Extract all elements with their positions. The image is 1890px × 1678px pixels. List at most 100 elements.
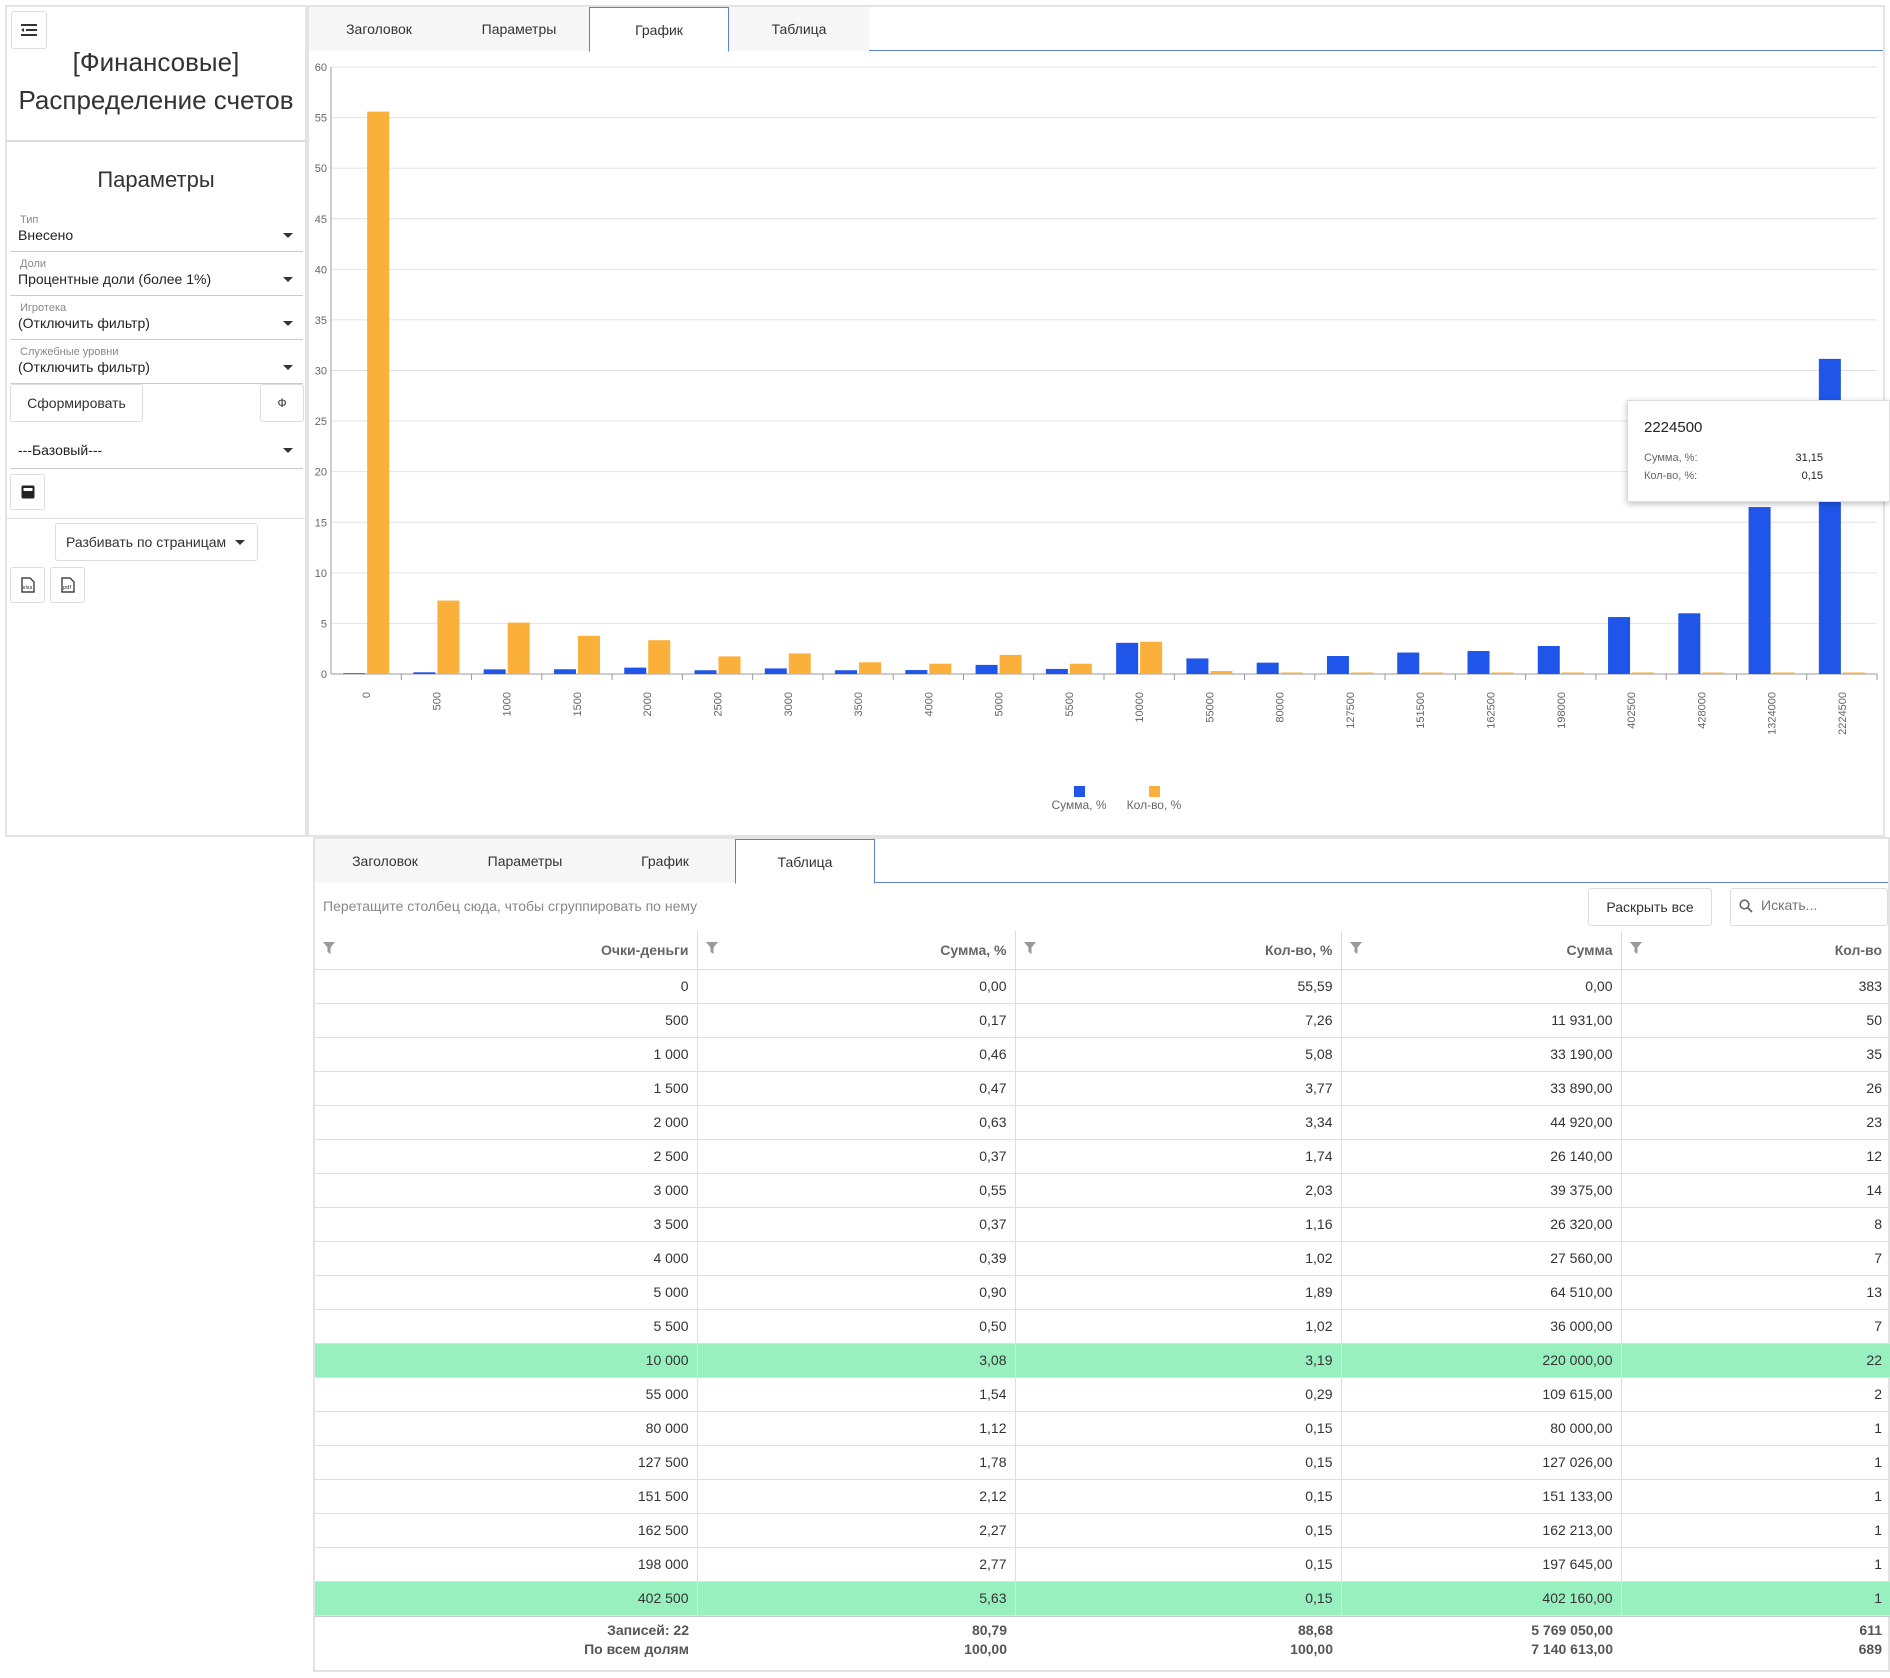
bar-sum-pct [1748,507,1771,674]
type-label: Тип [18,214,41,226]
shares-select[interactable]: Доли Процентные доли (более 1%) [10,258,303,296]
bar-count-pct [1210,671,1233,674]
bar-count-pct [788,653,811,674]
filter-icon[interactable] [1629,942,1642,954]
table-row[interactable]: 1 500 0,47 3,77 33 890,00 26 [315,1071,1890,1106]
table-row[interactable]: 4 000 0,39 1,02 27 560,00 7 [315,1241,1890,1276]
tooltip-count-label: Кол-во, %: [1644,470,1698,482]
bar-sum-pct [1326,655,1349,674]
save-preset-button[interactable] [10,474,45,510]
tab-header[interactable]: Заголовок [309,7,449,51]
generate-button[interactable]: Сформировать [10,384,143,422]
shares-label: Доли [18,258,49,270]
table-cell: 0,37 [697,1139,1016,1174]
column-header-label: Сумма, % [940,941,1007,958]
table-row[interactable]: 55 000 1,54 0,29 109 615,00 2 [315,1377,1890,1412]
bar-sum-pct [1608,617,1631,674]
table-row[interactable]: 5 500 0,50 1,02 36 000,00 7 [315,1309,1890,1344]
paging-select[interactable]: Разбивать по страницам [55,523,258,561]
filter-icon[interactable] [1349,942,1362,954]
y-tick-label: 0 [321,669,327,681]
preset-select[interactable]: ---Базовый--- [10,429,303,469]
bar-count-pct [999,654,1022,674]
bar-count-pct [1140,641,1163,674]
caret-down-icon [235,540,245,545]
table-row[interactable]: 10 000 3,08 3,19 220 000,00 22 [315,1343,1890,1378]
table-cell: 0,00 [697,969,1016,1004]
paging-value: Разбивать по страницам [66,534,227,550]
shares-value: Процентные доли (более 1%) [18,271,212,287]
tab-header[interactable]: Заголовок [315,839,455,883]
table-row[interactable]: 402 500 5,63 0,15 402 160,00 1 [315,1581,1890,1616]
tab-parameters[interactable]: Параметры [449,7,589,51]
phi-button[interactable]: Ф [260,384,304,422]
pdf-file-icon: pdf [60,577,75,593]
table-cell: 11 931,00 [1341,1003,1622,1038]
export-pdf-button[interactable]: pdf [50,567,85,603]
table-cell: 4 000 [315,1241,698,1276]
search-input[interactable] [1761,897,1881,913]
table-cell: 8 [1621,1207,1890,1242]
table-row[interactable]: 500 0,17 7,26 11 931,00 50 [315,1003,1890,1038]
table-cell: 64 510,00 [1341,1275,1622,1310]
table-cell: 0 [315,969,698,1004]
table-row[interactable]: 2 500 0,37 1,74 26 140,00 12 [315,1139,1890,1174]
table-cell: 36 000,00 [1341,1309,1622,1344]
header-row: Очки-деньги Сумма, % Кол-во, % Сумма Кол… [315,931,1890,970]
gameroom-value: (Отключить фильтр) [18,315,150,331]
table-row[interactable]: 1 000 0,46 5,08 33 190,00 35 [315,1037,1890,1072]
bar-count-pct [1421,672,1444,674]
table-row[interactable]: 3 000 0,55 2,03 39 375,00 14 [315,1173,1890,1208]
filter-icon[interactable] [1023,942,1036,954]
filter-icon[interactable] [705,942,718,954]
column-header-sum-pct[interactable]: Сумма, % [697,931,1016,970]
tab-chart[interactable]: График [595,839,735,883]
table-row[interactable]: 5 000 0,90 1,89 64 510,00 13 [315,1275,1890,1310]
footer-sum-pct: 80,79 100,00 [697,1621,1007,1659]
table-row[interactable]: 0 0,00 55,59 0,00 383 [315,969,1890,1004]
table-cell: 0,37 [697,1207,1016,1242]
table-row[interactable]: 162 500 2,27 0,15 162 213,00 1 [315,1513,1890,1548]
parameters-sidebar: [Финансовые] Распределение счетов Параме… [5,5,307,837]
bar-count-pct [1350,672,1373,674]
bar-sum-pct [1116,642,1139,674]
table-cell: 14 [1621,1173,1890,1208]
bar-count-pct [648,640,671,674]
caret-down-icon [283,321,293,326]
table-row[interactable]: 3 500 0,37 1,16 26 320,00 8 [315,1207,1890,1242]
table-row[interactable]: 198 000 2,77 0,15 197 645,00 1 [315,1547,1890,1582]
filter-icon[interactable] [323,942,335,954]
tooltip-sum-label: Сумма, %: [1644,452,1698,464]
type-select[interactable]: Тип Внесено [10,214,303,252]
gameroom-select[interactable]: Игротека (Отключить фильтр) [10,302,303,340]
footer-count-all: 689 [1858,1641,1882,1657]
column-header-count[interactable]: Кол-во [1621,931,1890,970]
column-header-label: Сумма [1566,941,1613,958]
column-header-count-pct[interactable]: Кол-во, % [1015,931,1342,970]
export-xlsx-button[interactable]: xlsx [10,567,45,603]
tab-parameters[interactable]: Параметры [455,839,595,883]
tab-chart[interactable]: График [589,7,729,52]
group-panel-hint: Перетащите столбец сюда, чтобы сгруппиро… [323,898,698,914]
x-tick-label: 55000 [1204,692,1216,723]
expand-all-button[interactable]: Раскрыть все [1588,888,1712,926]
table-row[interactable]: 2 000 0,63 3,34 44 920,00 23 [315,1105,1890,1140]
table-row[interactable]: 127 500 1,78 0,15 127 026,00 1 [315,1445,1890,1480]
tab-table[interactable]: Таблица [735,839,875,884]
table-row[interactable]: 80 000 1,12 0,15 80 000,00 1 [315,1411,1890,1446]
table-row[interactable]: 151 500 2,12 0,15 151 133,00 1 [315,1479,1890,1514]
tab-table[interactable]: Таблица [729,7,869,51]
column-header-sum[interactable]: Сумма [1341,931,1622,970]
table-cell: 0,15 [1015,1547,1342,1582]
table-cell: 2,77 [697,1547,1016,1582]
table-cell: 5 000 [315,1275,698,1310]
x-tick-label: 2000 [642,692,654,716]
service-levels-select[interactable]: Служебные уровни (Отключить фильтр) [10,346,303,384]
table-cell: 33 190,00 [1341,1037,1622,1072]
table-cell: 7 [1621,1309,1890,1344]
xlsx-file-icon: xlsx [20,577,35,593]
column-header-label: Кол-во [1834,941,1882,958]
divider [7,518,305,519]
column-header-points[interactable]: Очки-деньги [315,931,698,970]
bar-count-pct [367,111,390,674]
